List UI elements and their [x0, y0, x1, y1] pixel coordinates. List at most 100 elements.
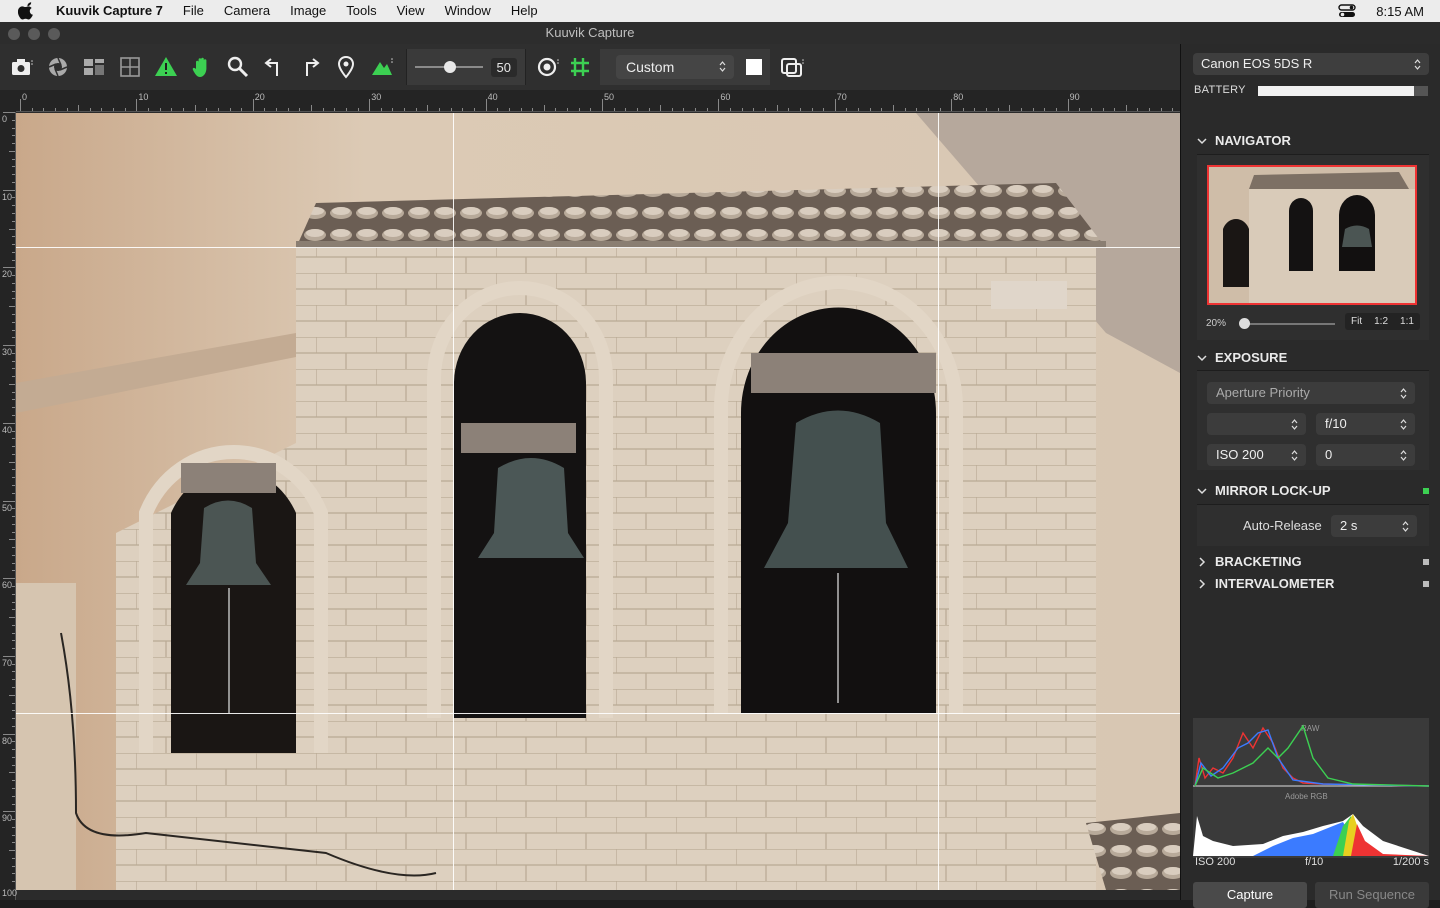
ruler-v-tick: [12, 725, 15, 727]
menu-app-name[interactable]: Kuuvik Capture 7: [50, 0, 173, 22]
apple-icon[interactable]: [18, 2, 36, 20]
ruler-h-tick: [369, 99, 371, 111]
zoom-value[interactable]: 50: [490, 57, 517, 77]
overlay-compare-button[interactable]: [774, 49, 810, 85]
ruler-h-tick: [1021, 108, 1023, 111]
white-balance-swatch[interactable]: [746, 59, 762, 75]
toolbar: 50 Custom: [0, 44, 1180, 90]
navigator-header[interactable]: NAVIGATOR: [1197, 130, 1433, 152]
bracketing-enabled-toggle[interactable]: [1423, 559, 1429, 565]
intervalometer-header[interactable]: INTERVALOMETER: [1197, 573, 1433, 595]
minimize-window-button[interactable]: [28, 28, 40, 40]
image-viewer[interactable]: [16, 113, 1180, 890]
mirror-lockup-header[interactable]: MIRROR LOCK-UP: [1197, 480, 1433, 502]
white-balance-select[interactable]: Custom: [616, 55, 734, 79]
aperture-select[interactable]: f/10: [1316, 413, 1415, 435]
exposure-header[interactable]: EXPOSURE: [1197, 347, 1433, 369]
camera-select[interactable]: Canon EOS 5DS R: [1193, 53, 1429, 75]
ruler-v-tick: [12, 321, 15, 323]
magnifier-tool-button[interactable]: [220, 49, 256, 85]
rotate-right-button[interactable]: [292, 49, 328, 85]
ruler-h-tick: [392, 108, 394, 111]
ruler-h-tick: [415, 108, 417, 111]
ruler-v-tick: [12, 360, 15, 362]
compare-tool-button[interactable]: [76, 49, 112, 85]
control-center-icon[interactable]: [1338, 4, 1356, 18]
shutter-speed-select[interactable]: [1207, 413, 1306, 435]
ruler-v-tick: [12, 803, 15, 805]
ruler-v-tick: [12, 718, 15, 720]
exposure-mode-select[interactable]: Aperture Priority: [1207, 382, 1415, 404]
ruler-v-tick: [12, 329, 15, 331]
exposure-panel: Aperture Priority f/10 ISO 200 0: [1197, 370, 1429, 470]
ruler-h-tick: [404, 108, 406, 111]
ruler-h-tick: [636, 108, 638, 111]
exposure-compensation-select[interactable]: 0: [1316, 444, 1415, 466]
pin-tool-button[interactable]: [328, 49, 364, 85]
warning-tool-button[interactable]: [148, 49, 184, 85]
capture-button[interactable]: Capture: [1193, 882, 1307, 908]
ruler-v-tick: [12, 407, 15, 409]
bracketing-header[interactable]: BRACKETING: [1197, 551, 1433, 573]
capture-tool-button[interactable]: [4, 49, 40, 85]
ruler-v-tick: [9, 694, 15, 696]
ruler-v-tick: [12, 873, 15, 875]
navigator-panel: 20% Fit 1:2 1:1: [1197, 154, 1429, 340]
grid-line-v1: [453, 113, 454, 890]
ruler-h-tick: [834, 99, 836, 111]
zoom-actual-button[interactable]: 1:1: [1394, 313, 1420, 330]
menu-camera[interactable]: Camera: [214, 0, 280, 22]
menu-image[interactable]: Image: [280, 0, 336, 22]
ruler-h-tick: [194, 105, 196, 111]
ruler-h-tick: [904, 108, 906, 111]
navigator-preview-image: [1209, 167, 1415, 303]
ruler-h-tick: [1149, 108, 1151, 111]
ruler-h-tick: [311, 105, 312, 111]
menu-help[interactable]: Help: [501, 0, 548, 22]
ruler-v-tick: [12, 415, 15, 417]
iso-select[interactable]: ISO 200: [1207, 444, 1306, 466]
crop-tool-button[interactable]: [112, 49, 148, 85]
ruler-h-tick: [241, 108, 243, 111]
zoom-fit-button[interactable]: Fit: [1345, 313, 1368, 330]
run-sequence-button[interactable]: Run Sequence: [1315, 882, 1429, 908]
ruler-v-tick: [12, 492, 15, 494]
navigator-zoom-thumb[interactable]: [1239, 318, 1250, 329]
ruler-v-tick: [12, 640, 15, 642]
ruler-v-tick: [3, 578, 15, 580]
horizontal-ruler: 0 10 20 30 40 50 60 70 80 90: [16, 90, 1180, 112]
rotate-left-button[interactable]: [256, 49, 292, 85]
navigator-zoom-slider[interactable]: [1243, 323, 1335, 325]
ruler-v-tick: [12, 648, 15, 650]
auto-release-select[interactable]: 2 s: [1331, 515, 1417, 537]
close-window-button[interactable]: [8, 28, 20, 40]
intervalometer-enabled-toggle[interactable]: [1423, 581, 1429, 587]
menubar-clock[interactable]: 8:15 AM: [1376, 4, 1424, 19]
ruler-v-tick: [12, 220, 15, 222]
ruler-h-tick: [54, 108, 56, 111]
ruler-v-tick: [12, 399, 15, 401]
focus-stack-tool-button[interactable]: [364, 49, 400, 85]
ruler-h-tick: [706, 108, 708, 111]
zoom-half-button[interactable]: 1:2: [1368, 313, 1394, 330]
menu-view[interactable]: View: [387, 0, 435, 22]
loupe-tool-button[interactable]: [530, 49, 566, 85]
ruler-h-tick: [543, 105, 545, 111]
ruler-v-tick: [12, 205, 15, 207]
ruler-h-tick: [1009, 105, 1011, 111]
menu-window[interactable]: Window: [435, 0, 501, 22]
zoom-slider-thumb[interactable]: [444, 61, 456, 73]
zoom-slider[interactable]: [415, 61, 483, 73]
ruler-h-tick: [113, 108, 115, 111]
mirror-lockup-enabled-toggle[interactable]: [1423, 488, 1429, 494]
grid-overlay-button[interactable]: [566, 49, 594, 85]
hand-tool-button[interactable]: [184, 49, 220, 85]
menu-file[interactable]: File: [173, 0, 214, 22]
ruler-h-tick: [927, 108, 929, 111]
navigator-thumbnail[interactable]: [1207, 165, 1417, 305]
aperture-tool-button[interactable]: [40, 49, 76, 85]
updown-chevron-icon: [1291, 419, 1298, 430]
zoom-window-button[interactable]: [48, 28, 60, 40]
menu-tools[interactable]: Tools: [336, 0, 386, 22]
ruler-v-label: 90: [2, 813, 13, 824]
